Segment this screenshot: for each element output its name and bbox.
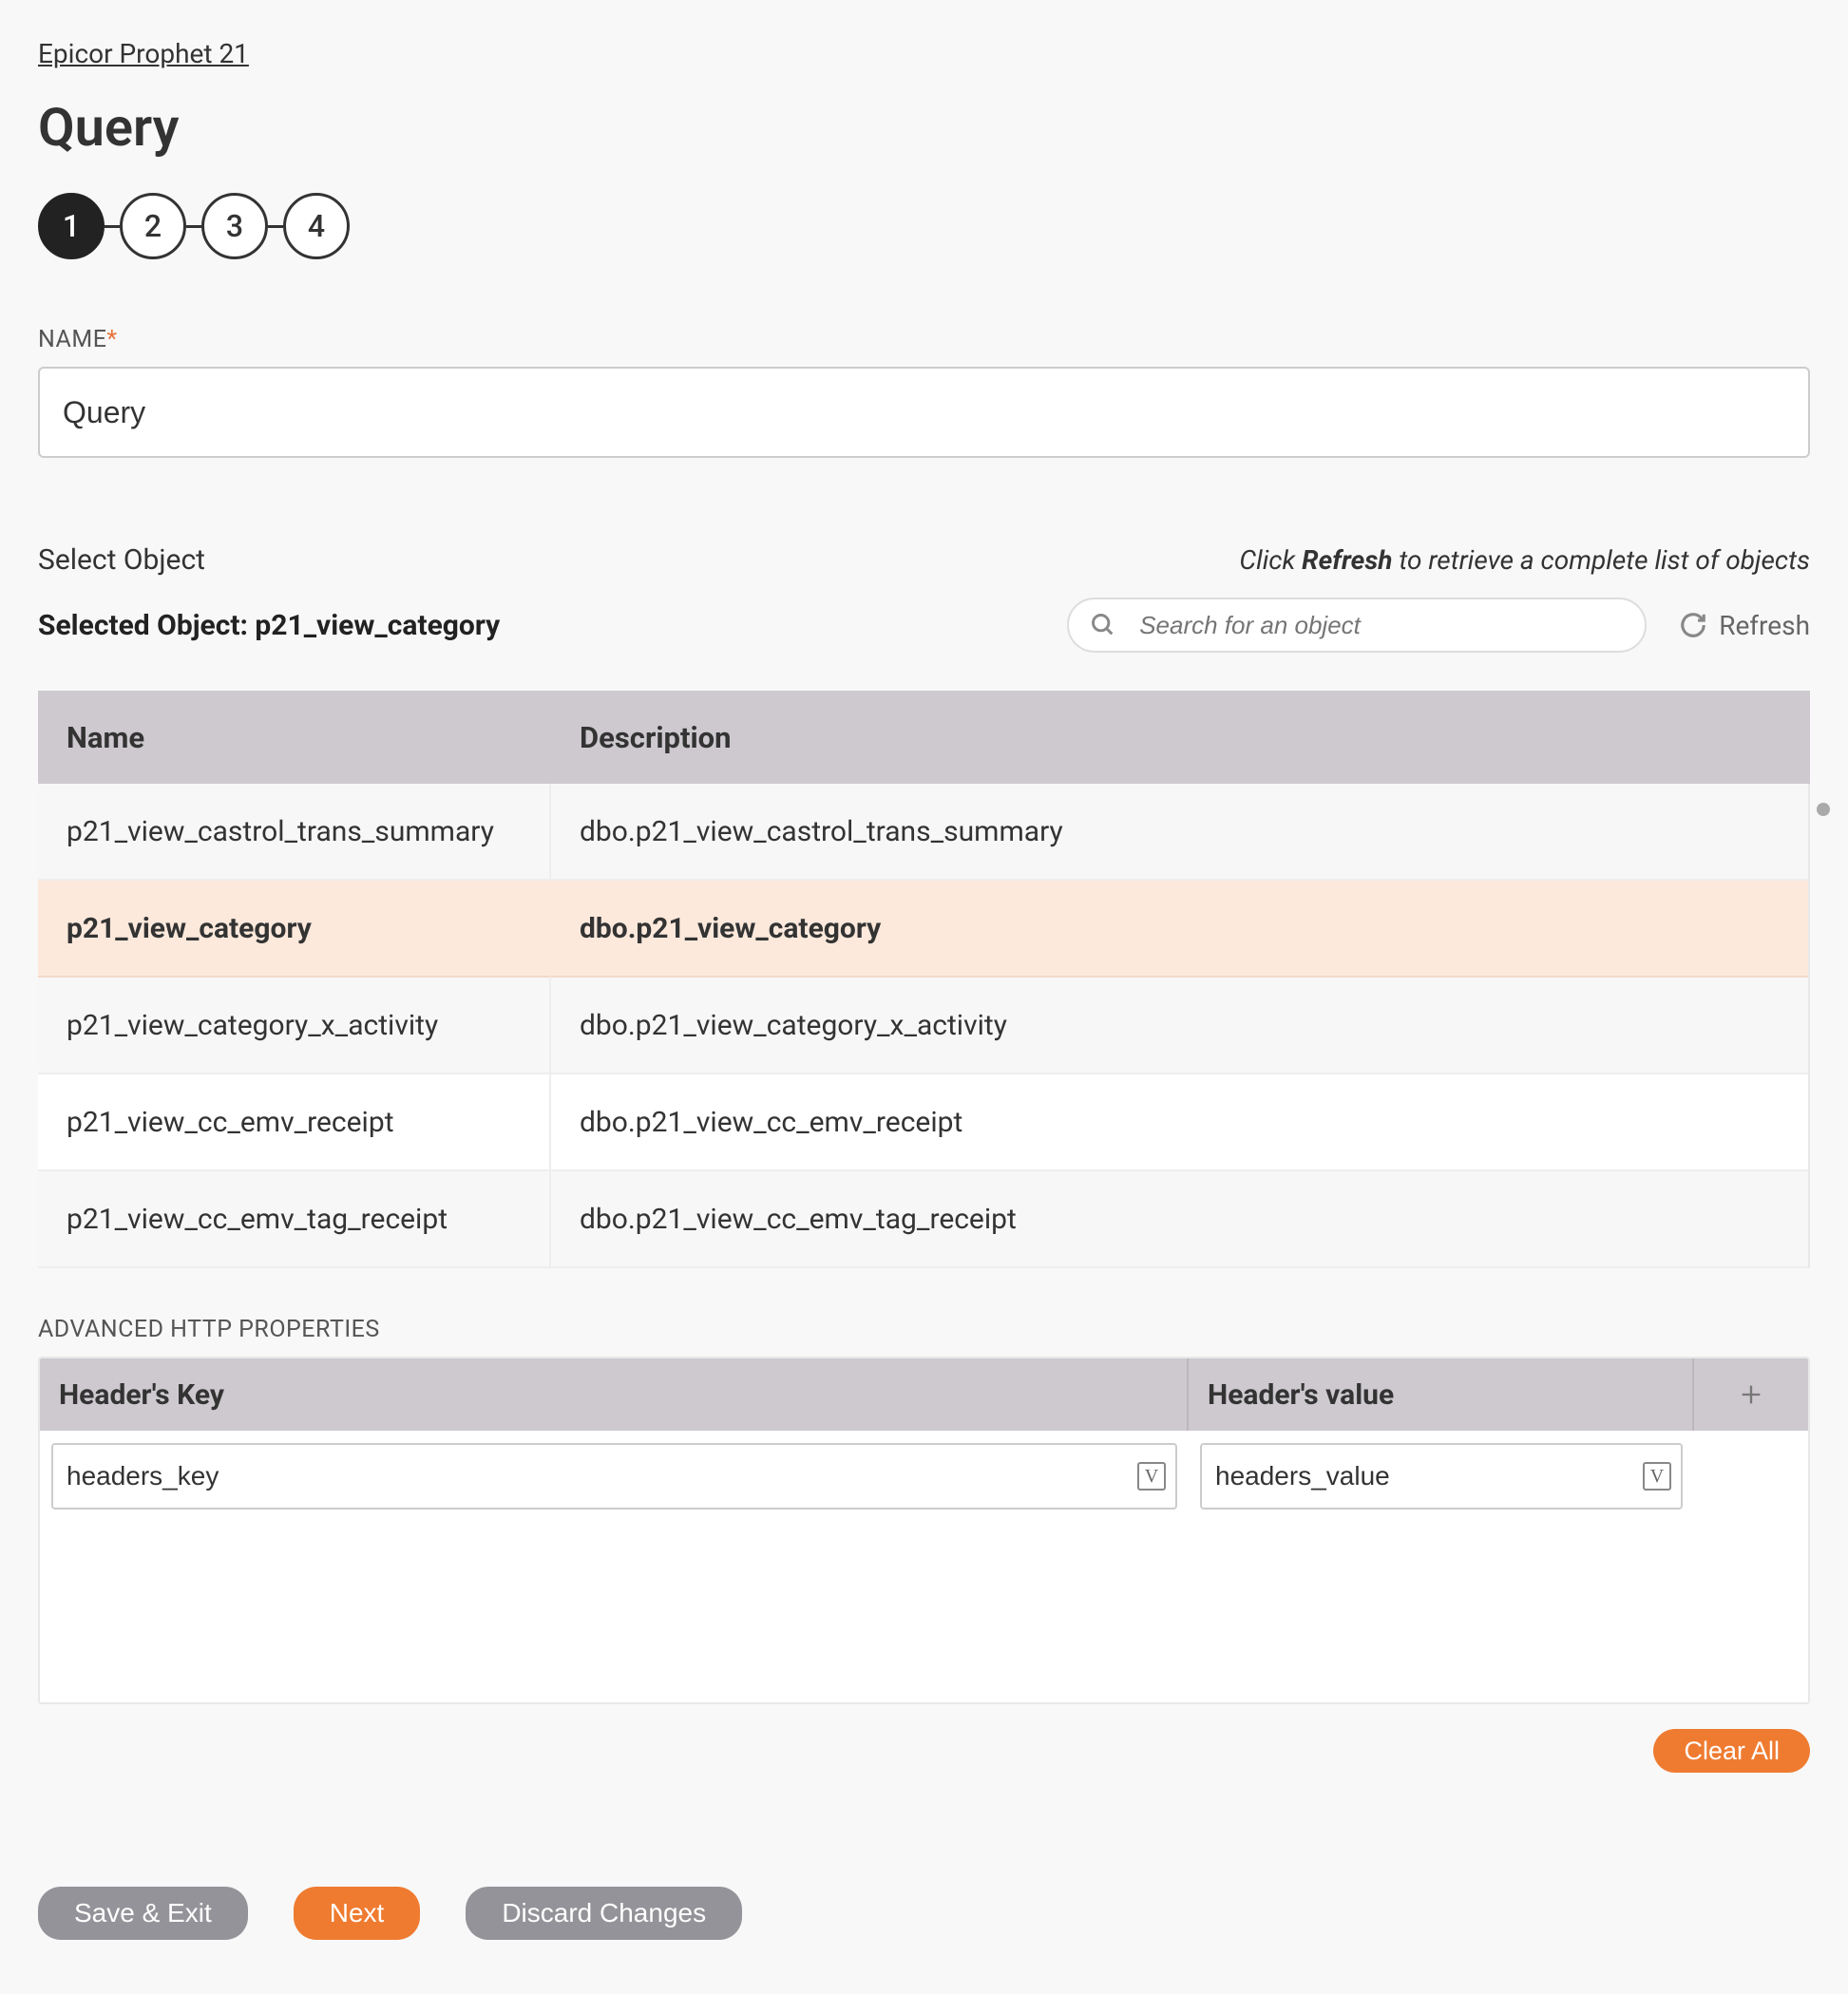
variable-badge-icon[interactable]: V (1137, 1462, 1166, 1491)
table-row[interactable]: p21_view_castrol_trans_summarydbo.p21_vi… (38, 784, 1810, 881)
col-name: Name (38, 720, 551, 755)
search-input[interactable] (1067, 598, 1647, 653)
refresh-icon (1679, 611, 1707, 639)
next-button[interactable]: Next (294, 1887, 421, 1940)
table-row[interactable]: p21_view_categorydbo.p21_view_category (38, 881, 1810, 978)
col-description: Description (551, 720, 1810, 755)
search-box[interactable] (1067, 598, 1647, 653)
col-header-value: Header's value (1189, 1358, 1694, 1431)
cell-name: p21_view_category (38, 881, 551, 978)
advanced-label: ADVANCED HTTP PROPERTIES (38, 1316, 1810, 1343)
step-3[interactable]: 3 (201, 193, 268, 259)
cell-name: p21_view_cc_emv_tag_receipt (38, 1171, 551, 1268)
name-input[interactable] (38, 367, 1810, 458)
stepper: 1234 (38, 193, 1810, 259)
add-header-button[interactable] (1694, 1358, 1808, 1431)
breadcrumb[interactable]: Epicor Prophet 21 (38, 38, 1810, 69)
header-value-input[interactable] (1200, 1443, 1683, 1510)
headers-table: Header's Key Header's value V V (38, 1357, 1810, 1704)
object-table: Name Description p21_view_castrol_trans_… (38, 691, 1810, 1268)
step-2[interactable]: 2 (120, 193, 186, 259)
scrollbar-thumb[interactable] (1817, 803, 1830, 816)
variable-badge-icon[interactable]: V (1643, 1462, 1671, 1491)
name-label: NAME* (38, 326, 1810, 353)
cell-name: p21_view_castrol_trans_summary (38, 784, 551, 881)
plus-icon (1738, 1381, 1764, 1408)
search-icon (1090, 612, 1116, 638)
refresh-button[interactable]: Refresh (1679, 610, 1810, 641)
header-key-input[interactable] (51, 1443, 1177, 1510)
cell-description: dbo.p21_view_cc_emv_tag_receipt (551, 1171, 1808, 1268)
page-title: Query (38, 96, 1810, 159)
cell-description: dbo.p21_view_cc_emv_receipt (551, 1074, 1808, 1171)
cell-description: dbo.p21_view_castrol_trans_summary (551, 784, 1808, 881)
discard-button[interactable]: Discard Changes (466, 1887, 742, 1940)
table-row[interactable]: p21_view_cc_emv_tag_receiptdbo.p21_view_… (38, 1171, 1810, 1268)
save-exit-button[interactable]: Save & Exit (38, 1887, 248, 1940)
cell-name: p21_view_cc_emv_receipt (38, 1074, 551, 1171)
table-row[interactable]: p21_view_category_x_activitydbo.p21_view… (38, 978, 1810, 1074)
cell-description: dbo.p21_view_category_x_activity (551, 978, 1808, 1074)
cell-name: p21_view_category_x_activity (38, 978, 551, 1074)
cell-description: dbo.p21_view_category (551, 881, 1808, 978)
step-1[interactable]: 1 (38, 193, 105, 259)
scrollbar[interactable] (1812, 691, 1835, 1268)
select-object-label: Select Object (38, 543, 205, 577)
table-row[interactable]: p21_view_cc_emv_receiptdbo.p21_view_cc_e… (38, 1074, 1810, 1171)
refresh-hint: Click Refresh to retrieve a complete lis… (1239, 544, 1810, 576)
clear-all-button[interactable]: Clear All (1653, 1729, 1810, 1773)
step-4[interactable]: 4 (283, 193, 350, 259)
selected-object: Selected Object: p21_view_category (38, 609, 500, 642)
col-header-key: Header's Key (40, 1358, 1189, 1431)
